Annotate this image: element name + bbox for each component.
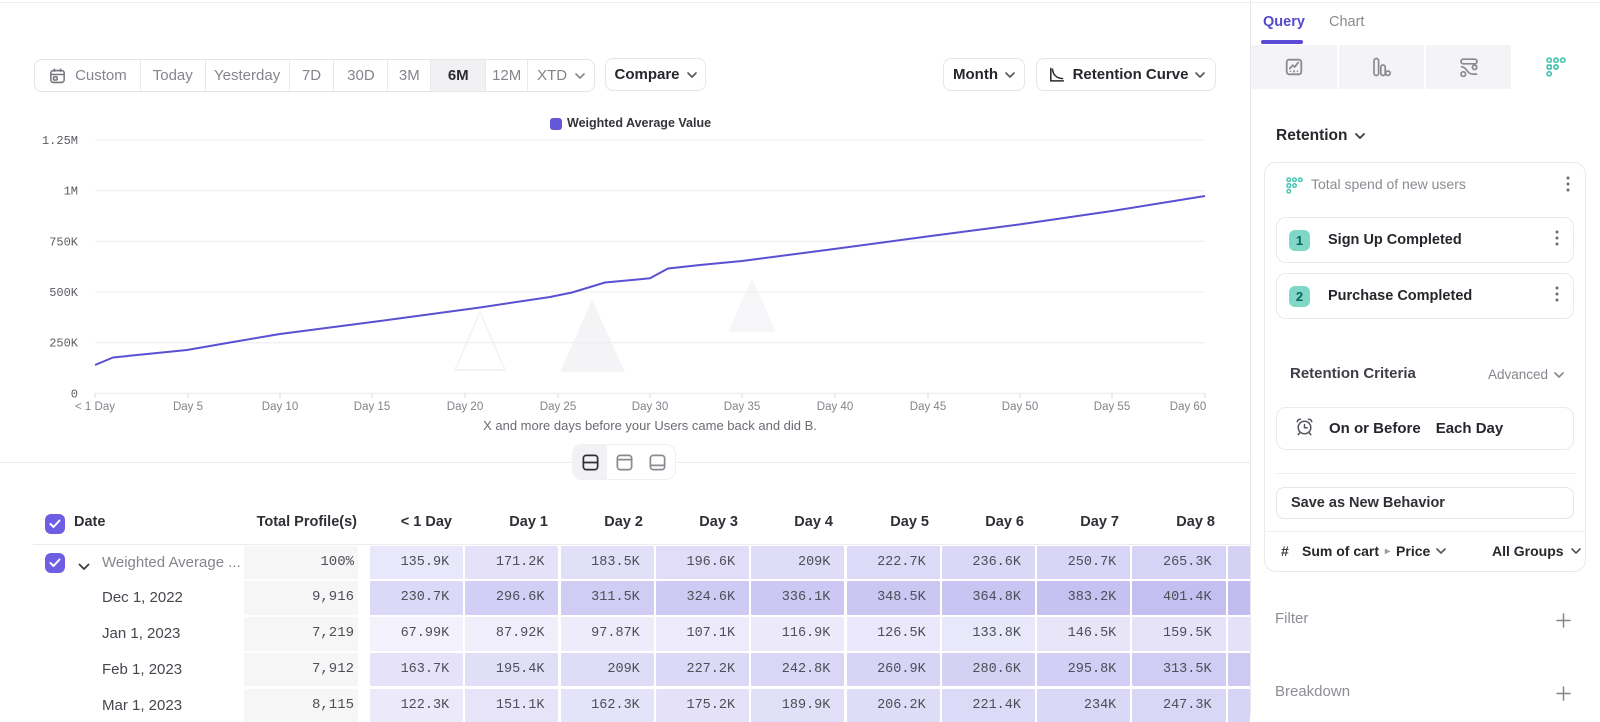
svg-text:Day 20: Day 20 xyxy=(447,401,483,413)
svg-text:250K: 250K xyxy=(49,337,79,351)
svg-text:Day 40: Day 40 xyxy=(817,401,853,413)
svg-text:Day 5: Day 5 xyxy=(173,401,203,413)
svg-text:1M: 1M xyxy=(64,185,78,199)
svg-text:Day 45: Day 45 xyxy=(910,401,946,413)
svg-text:< 1 Day: < 1 Day xyxy=(75,401,115,413)
svg-text:Day 35: Day 35 xyxy=(724,401,760,413)
svg-text:1.25M: 1.25M xyxy=(42,134,78,148)
svg-text:750K: 750K xyxy=(49,235,79,249)
svg-text:Day 10: Day 10 xyxy=(262,401,298,413)
svg-text:Day 60: Day 60 xyxy=(1170,401,1206,413)
svg-text:Day 50: Day 50 xyxy=(1002,401,1038,413)
svg-text:Day 30: Day 30 xyxy=(632,401,668,413)
svg-text:Day 25: Day 25 xyxy=(540,401,576,413)
svg-text:0: 0 xyxy=(71,387,78,401)
svg-text:Day 15: Day 15 xyxy=(354,401,390,413)
svg-text:Day 55: Day 55 xyxy=(1094,401,1130,413)
svg-text:500K: 500K xyxy=(49,286,79,300)
